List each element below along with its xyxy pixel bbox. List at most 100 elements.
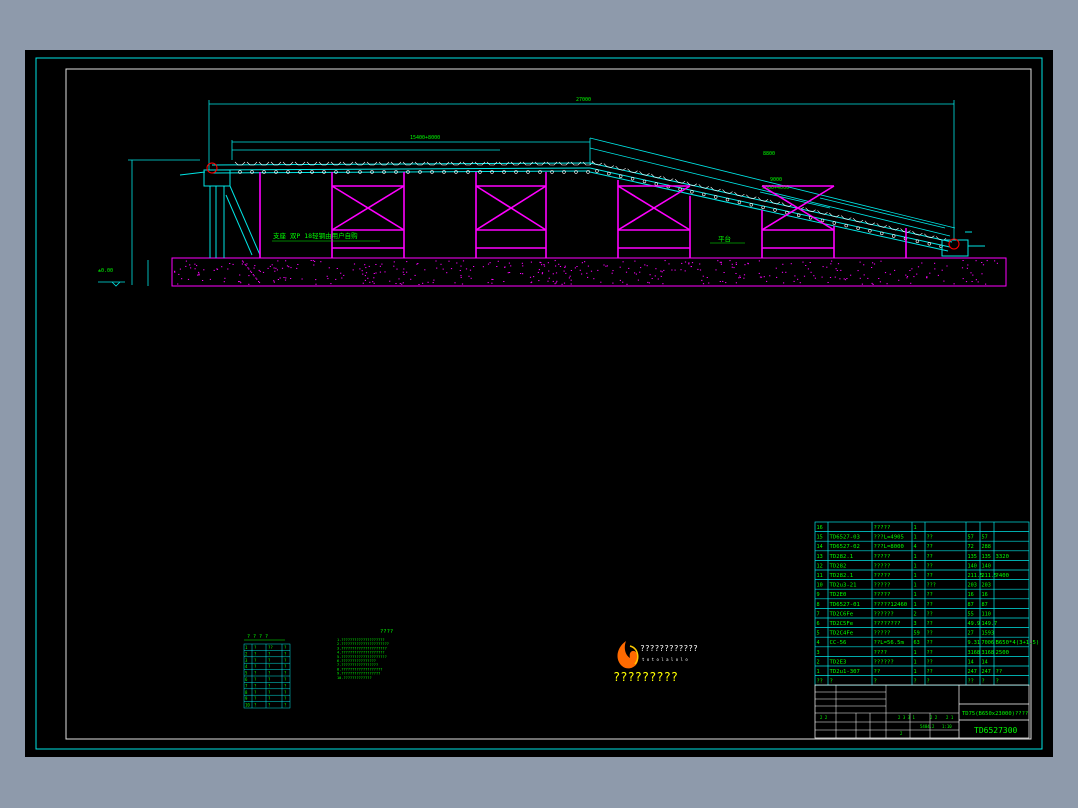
parts-list-cell: 140	[968, 563, 977, 569]
parts-list-cell: 13	[817, 554, 823, 560]
parts-list-cell: 27	[968, 631, 974, 637]
dim-inclined-sub-label: 9000	[770, 177, 782, 183]
parts-list-cell: 2	[817, 659, 820, 665]
parts-list-cell: ?	[874, 679, 877, 685]
parts-list-cell: ????????	[874, 621, 901, 627]
parts-list-cell: ??	[927, 669, 933, 675]
parts-list-cell: 6	[817, 621, 820, 627]
parts-list-cell: 149.7	[982, 621, 998, 627]
parts-list-cell: 11	[817, 573, 823, 579]
parts-list-cell: 14	[817, 544, 823, 550]
parts-list-cell: TD6527-02	[830, 544, 860, 550]
parts-list-cell: 1	[914, 554, 917, 560]
parts-list-cell: TD2C5Fe	[830, 621, 854, 627]
parts-list-cell: ???L=8000	[874, 544, 904, 550]
cad-viewport: ±0.00 27000 15400+8000 8800 9000 5000+40…	[0, 0, 1078, 808]
parts-list-cell: 57	[968, 535, 974, 541]
parts-list-cell: 1	[914, 535, 917, 541]
parts-list-cell: ???	[927, 583, 936, 589]
parts-list-cell: 135	[968, 554, 977, 560]
parts-list-cell: 135	[982, 554, 991, 560]
parts-list-cell: ??	[927, 602, 933, 608]
parts-list-cell: 3168	[968, 650, 981, 656]
parts-list-cell: B650*4(3+1.5)	[996, 640, 1040, 646]
parts-list-cell: 12	[817, 563, 823, 569]
title-block-mark: 2 1	[946, 715, 954, 720]
parts-list-cell: ?	[996, 679, 999, 685]
parts-list-cell: ?????	[874, 592, 891, 598]
parts-list-cell: ?	[982, 679, 985, 685]
parts-list-cell: ?????	[874, 583, 891, 589]
parts-list-cell: 7	[817, 611, 820, 617]
parts-list-cell: 59	[914, 631, 920, 637]
parts-list-cell: 63	[914, 640, 920, 646]
parts-list-cell: ?????	[874, 525, 891, 531]
parts-list-cell: 15	[817, 535, 823, 541]
parts-list-cell: 2500	[996, 650, 1009, 656]
parts-list-cell: 1	[914, 592, 917, 598]
parts-list-cell: 140	[982, 563, 991, 569]
parts-list-cell: 5	[817, 631, 820, 637]
parts-list-cell: 87	[968, 602, 974, 608]
parts-list-cell: ??	[817, 679, 823, 685]
left-table-cell: ??	[268, 645, 273, 650]
parts-list-cell: TD282	[830, 563, 847, 569]
cad-drawing: ±0.00 27000 15400+8000 8800 9000 5000+40…	[0, 0, 1078, 808]
parts-list-cell: 203	[982, 583, 991, 589]
parts-list-cell: 9	[817, 592, 820, 598]
title-block-mark: 5484.2	[920, 724, 935, 729]
parts-list-cell: ???L=4905	[874, 535, 904, 541]
parts-list-cell: ?????	[874, 631, 891, 637]
parts-list-cell: ?????	[874, 563, 891, 569]
support-note: 支座 双P 18轻钢由用户自购	[273, 231, 358, 240]
parts-list-cell: 9.31	[968, 640, 981, 646]
parts-list-cell: 16	[817, 525, 823, 531]
parts-list-cell: ??	[927, 659, 933, 665]
logo-top-text: ????????????	[640, 644, 698, 653]
parts-list-cell: 1	[914, 563, 917, 569]
parts-list-cell: 3	[914, 621, 917, 627]
parts-list-cell: ??	[927, 535, 933, 541]
parts-list-cell: 247	[968, 669, 977, 675]
parts-list-cell: ?????	[874, 554, 891, 560]
parts-list-cell: 3320	[996, 554, 1009, 560]
parts-list-cell: 57	[982, 535, 988, 541]
parts-list-cell: 288	[982, 544, 991, 550]
parts-list-cell: ??	[874, 669, 881, 675]
parts-list-cell: ??	[968, 679, 974, 685]
parts-list-cell: 247	[982, 669, 991, 675]
parts-list-cell: TD2u1-307	[830, 669, 860, 675]
parts-list-cell: 1	[914, 669, 917, 675]
left-table-title: ? ? ? ?	[247, 634, 268, 640]
parts-list-cell: TD282.1	[830, 573, 854, 579]
parts-list-cell: 1	[914, 525, 917, 531]
parts-list-cell: TD6527-03	[830, 535, 860, 541]
parts-list-cell: 1	[914, 602, 917, 608]
parts-list-cell: TD2E0	[830, 592, 847, 598]
parts-list-cell: 3168	[982, 650, 995, 656]
parts-list-cell: TD282.1	[830, 554, 854, 560]
parts-list-cell: ?	[830, 679, 833, 685]
parts-list-cell: ??	[927, 650, 933, 656]
title-block-mark: 1:10	[942, 724, 952, 729]
parts-list-cell: ??	[927, 592, 933, 598]
left-table-cell: 10	[245, 703, 250, 708]
parts-list-cell: ??????	[874, 659, 894, 665]
parts-list-cell: 1	[914, 650, 917, 656]
parts-list-cell: ??	[996, 669, 1003, 675]
parts-list-cell: ??	[927, 563, 933, 569]
parts-list-cell: 7006	[982, 640, 995, 646]
parts-list-cell: 72	[968, 544, 974, 550]
parts-list-cell: 203	[968, 583, 977, 589]
ground-level-label: ±0.00	[98, 268, 113, 274]
notes-title: ????	[380, 629, 393, 635]
parts-list-cell: 10	[817, 583, 823, 589]
parts-list-cell: ?????12460	[874, 602, 908, 608]
dim-horizontal-label: 15400+8000	[410, 135, 440, 141]
title-block-mark: 2 2	[930, 715, 938, 720]
parts-list-cell: TD2u3-21	[830, 583, 857, 589]
title-block-mark: 2 3 3 1	[898, 715, 915, 720]
parts-list-cell: ????	[874, 650, 887, 656]
parts-list-cell: 16	[982, 592, 988, 598]
parts-list-cell: ?400	[996, 573, 1009, 579]
